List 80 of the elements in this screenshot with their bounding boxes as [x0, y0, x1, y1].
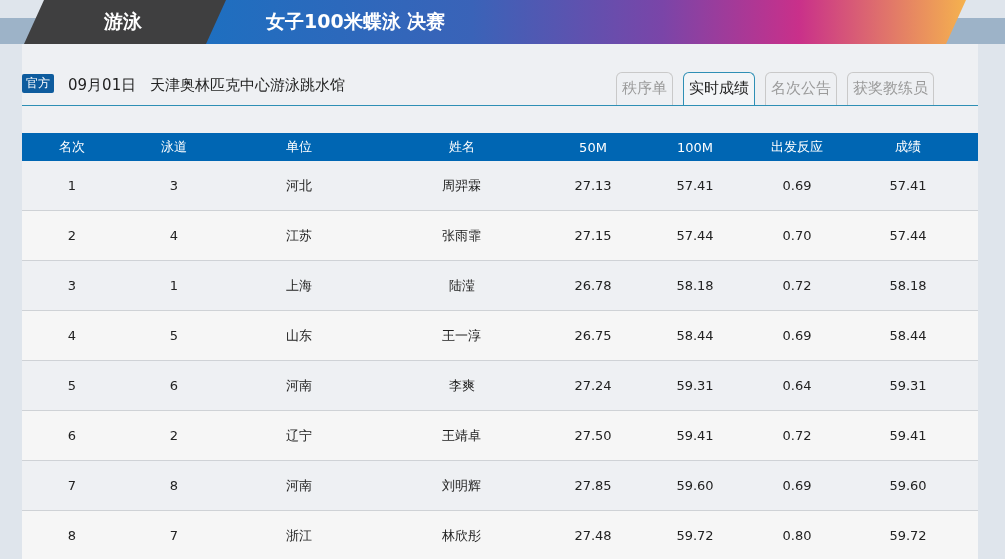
table-cell-text: 上海 — [285, 276, 313, 295]
table-cell-text: 59.60 — [888, 478, 928, 493]
table-cell-text: 刘明辉 — [441, 476, 482, 495]
table-cell-text: 8 — [66, 528, 78, 543]
table-cell-text: 河北 — [285, 176, 313, 195]
table-cell-text: 李爽 — [447, 376, 476, 395]
column-header: 泳道 — [160, 138, 188, 156]
table-cell-text: 57.44 — [888, 228, 928, 243]
column-header: 出发反应 — [770, 138, 824, 156]
table-cell-text: 59.72 — [675, 528, 715, 543]
table-cell-text: 陆滢 — [447, 276, 476, 295]
table-cell-text: 26.78 — [573, 278, 613, 293]
table-cell-text: 57.41 — [888, 178, 928, 193]
table-cell-text: 浙江 — [285, 526, 313, 545]
official-tag: 官方 — [22, 74, 54, 93]
table-cell-text: 0.72 — [781, 278, 813, 293]
table-cell-text: 2 — [168, 428, 180, 443]
table-cell-text: 3 — [168, 178, 180, 193]
table-cell-text: 59.60 — [675, 478, 715, 493]
table-cell-text: 7 — [168, 528, 180, 543]
table-cell-text: 58.18 — [888, 278, 928, 293]
column-header: 单位 — [285, 138, 313, 156]
table-cell-text: 0.69 — [781, 328, 813, 343]
table-cell-text: 0.69 — [781, 478, 813, 493]
tab[interactable]: 实时成绩 — [683, 72, 755, 105]
table-cell-text: 57.44 — [675, 228, 715, 243]
table-cell-text: 江苏 — [285, 226, 313, 245]
table-cell-text: 59.31 — [675, 378, 715, 393]
column-header: 50M — [578, 139, 608, 155]
table-cell-text: 6 — [66, 428, 78, 443]
table-cell-text: 王一淳 — [441, 326, 482, 345]
table-cell-text: 27.50 — [573, 428, 613, 443]
table-cell-text: 0.64 — [781, 378, 813, 393]
table-cell-text: 3 — [66, 278, 78, 293]
table-cell-text: 59.31 — [888, 378, 928, 393]
tab[interactable]: 秩序单 — [616, 72, 673, 105]
table-cell-text: 59.41 — [888, 428, 928, 443]
table-cell-text: 2 — [66, 228, 78, 243]
table-cell-text: 27.48 — [573, 528, 613, 543]
table-cell-text: 58.18 — [675, 278, 715, 293]
table-cell-text: 4 — [168, 228, 180, 243]
column-header: 名次 — [58, 138, 86, 156]
table-cell-text: 5 — [66, 378, 78, 393]
event-banner: 女子100米蝶泳 决赛 — [206, 0, 966, 44]
tab[interactable]: 获奖教练员 — [847, 72, 934, 105]
table-cell-text: 张雨霏 — [441, 226, 482, 245]
table-cell-text: 59.41 — [675, 428, 715, 443]
column-header: 成绩 — [894, 138, 922, 156]
table-cell-text: 58.44 — [888, 328, 928, 343]
table-cell-text: 周羿霖 — [441, 176, 482, 195]
column-header: 100M — [676, 139, 714, 155]
table-cell-text: 河南 — [285, 376, 313, 395]
table-cell-text: 27.13 — [573, 178, 613, 193]
table-cell-text: 57.41 — [675, 178, 715, 193]
table-cell-text: 6 — [168, 378, 180, 393]
table-cell-text: 27.85 — [573, 478, 613, 493]
table-cell-text: 1 — [168, 278, 180, 293]
tab[interactable]: 名次公告 — [765, 72, 837, 105]
table-cell-text: 辽宁 — [285, 426, 313, 445]
table-cell-text: 0.80 — [781, 528, 813, 543]
table-cell-text: 7 — [66, 478, 78, 493]
table-cell-text: 0.72 — [781, 428, 813, 443]
date-text: 09月01日 — [68, 76, 137, 95]
table-cell-text: 0.70 — [781, 228, 813, 243]
table-cell-text: 27.24 — [573, 378, 613, 393]
table-cell-text: 5 — [168, 328, 180, 343]
table-cell-text: 河南 — [285, 476, 313, 495]
table-cell-text: 59.72 — [888, 528, 928, 543]
table-cell-text: 1 — [66, 178, 78, 193]
table-cell-text: 山东 — [285, 326, 313, 345]
venue-text: 天津奥林匹克中心游泳跳水馆 — [150, 76, 346, 95]
table-cell-text: 26.75 — [573, 328, 613, 343]
table-cell-text: 8 — [168, 478, 180, 493]
table-cell-text: 0.69 — [781, 178, 813, 193]
table-cell-text: 王靖卓 — [441, 426, 482, 445]
column-header: 姓名 — [447, 138, 476, 156]
table-cell-text: 27.15 — [573, 228, 613, 243]
table-cell-text: 58.44 — [675, 328, 715, 343]
table-cell-text: 4 — [66, 328, 78, 343]
table-cell-text: 林欣彤 — [441, 526, 482, 545]
